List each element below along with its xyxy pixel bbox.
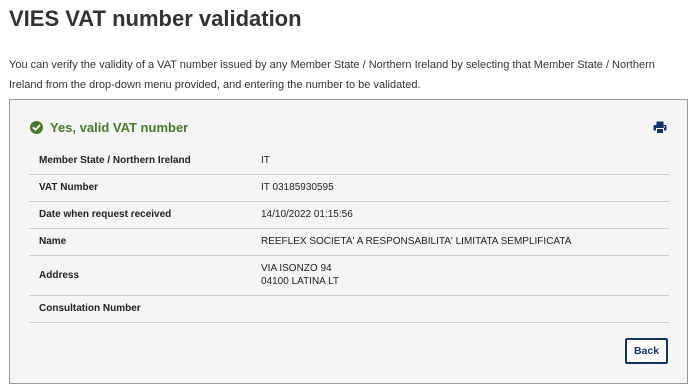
row-value	[251, 295, 669, 323]
address-line: VIA ISONZO 94	[261, 263, 332, 274]
row-value: REEFLEX SOCIETA' A RESPONSABILITA' LIMIT…	[251, 228, 669, 256]
page-title: VIES VAT number validation	[9, 6, 302, 31]
row-label: VAT Number	[29, 174, 251, 202]
table-row: Address VIA ISONZO 94 04100 LATINA LT	[29, 255, 669, 296]
row-value: IT 03185930595	[251, 174, 669, 202]
row-label: Consultation Number	[29, 295, 251, 323]
table-row: Consultation Number	[29, 295, 669, 323]
table-row: Date when request received 14/10/2022 01…	[29, 201, 669, 229]
intro-text: You can verify the validity of a VAT num…	[9, 59, 655, 91]
table-row: Name REEFLEX SOCIETA' A RESPONSABILITA' …	[29, 228, 669, 256]
back-button[interactable]: Back	[625, 338, 668, 364]
result-header: Yes, valid VAT number	[30, 120, 188, 135]
row-label: Date when request received	[29, 201, 251, 229]
check-circle-icon	[30, 121, 43, 134]
validation-status: Yes, valid VAT number	[50, 120, 189, 135]
result-table: Member State / Northern Ireland IT VAT N…	[29, 147, 669, 323]
table-row: Member State / Northern Ireland IT	[29, 147, 669, 175]
row-value: IT	[251, 147, 669, 175]
row-value: 14/10/2022 01:15:56	[251, 201, 669, 229]
row-label: Member State / Northern Ireland	[29, 147, 251, 175]
address-line: 04100 LATINA LT	[261, 276, 340, 287]
print-icon[interactable]	[653, 121, 667, 134]
result-panel: Yes, valid VAT number Member State / Nor…	[9, 99, 688, 384]
row-label: Address	[29, 255, 251, 296]
row-label: Name	[29, 228, 251, 256]
table-row: VAT Number IT 03185930595	[29, 174, 669, 202]
row-value: VIA ISONZO 94 04100 LATINA LT	[251, 255, 669, 296]
